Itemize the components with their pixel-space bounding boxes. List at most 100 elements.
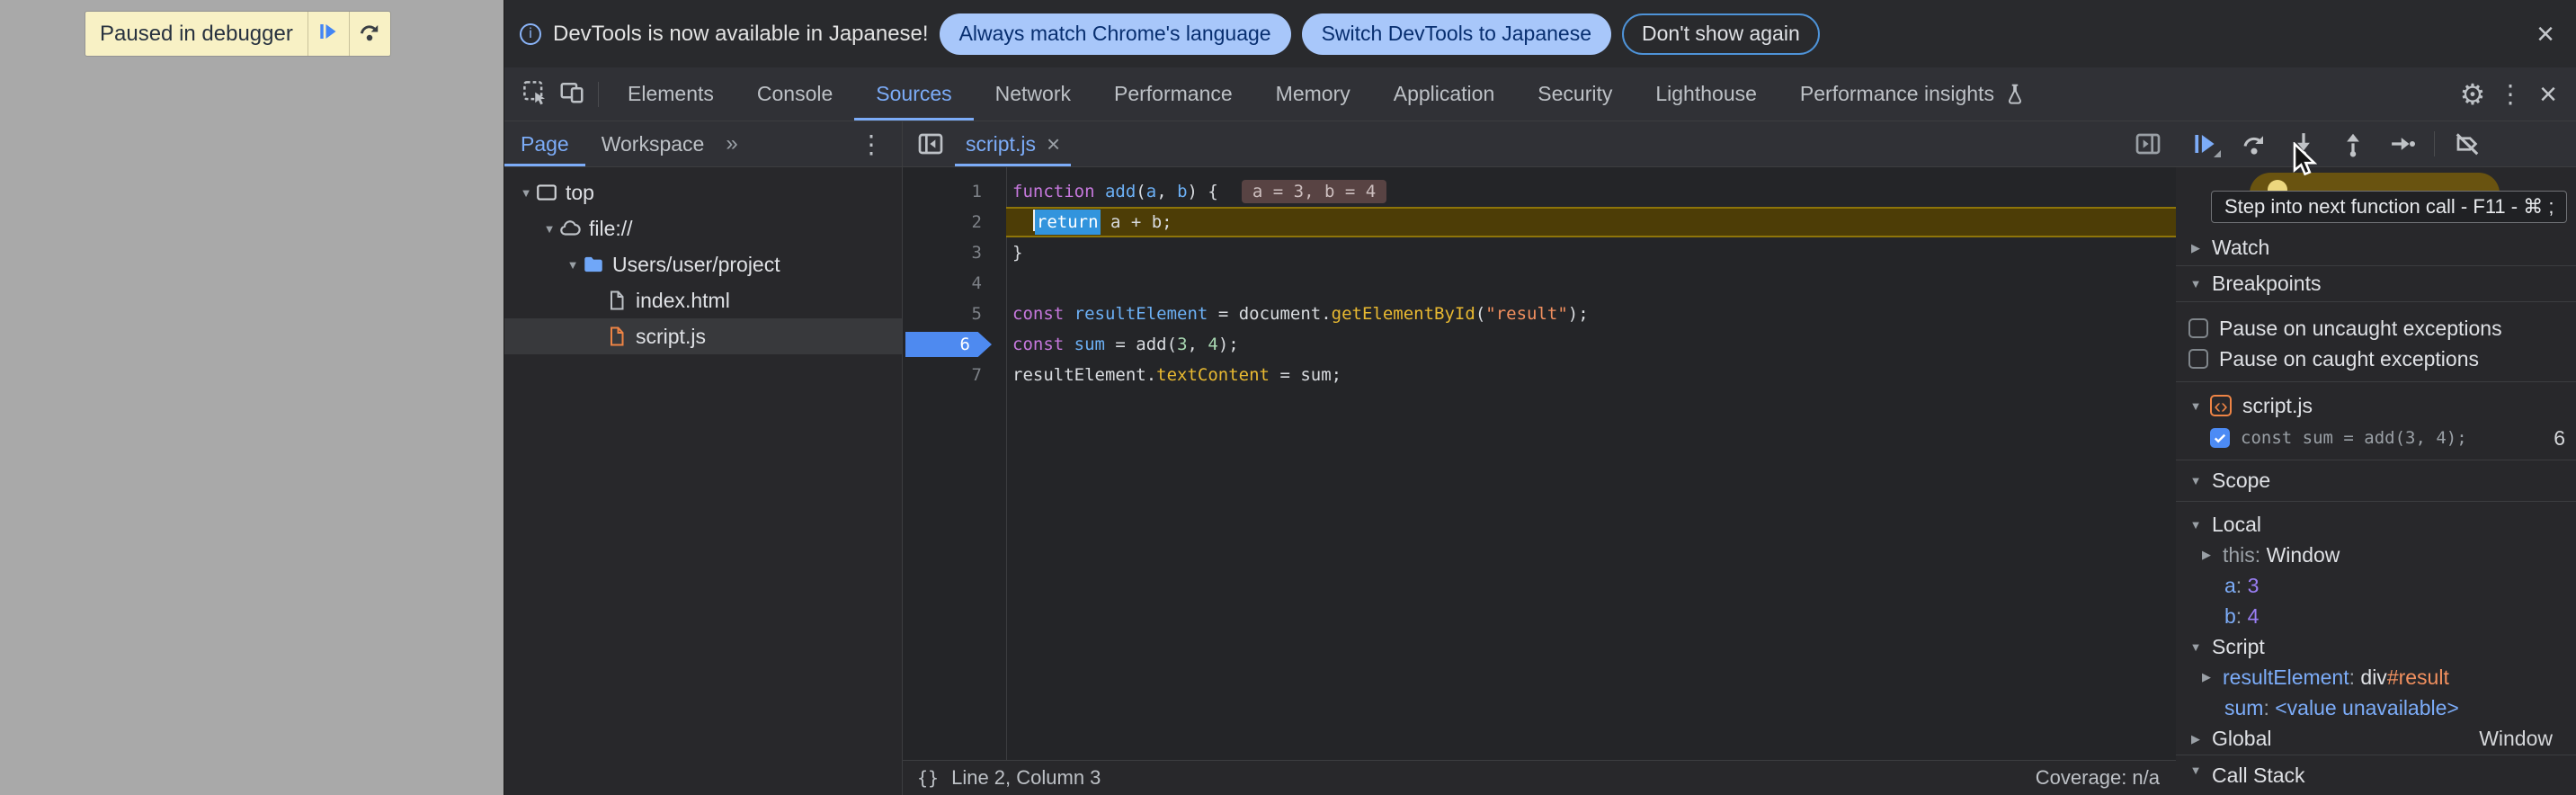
checkbox-checked-icon[interactable] bbox=[2210, 428, 2230, 448]
step-button[interactable] bbox=[2377, 124, 2427, 164]
editor-tab-scriptjs[interactable]: script.js × bbox=[955, 121, 1071, 166]
tree-item-index-html[interactable]: index.html bbox=[504, 282, 902, 318]
step-over-button[interactable] bbox=[2229, 124, 2278, 164]
code-text: function add(a, b) {a = 3, b = 4 bbox=[1006, 176, 2176, 207]
code-token: function bbox=[1012, 182, 1095, 201]
tab-memory[interactable]: Memory bbox=[1254, 67, 1372, 121]
cursor-position-label: Line 2, Column 3 bbox=[951, 766, 1101, 790]
scope-token: : bbox=[2263, 696, 2275, 720]
tree-item-top[interactable]: ▼top bbox=[504, 174, 902, 210]
step-over-icon bbox=[358, 20, 381, 48]
more-tabs-chevron[interactable]: » bbox=[720, 121, 743, 166]
scope-property[interactable]: b: 4 bbox=[2176, 601, 2576, 631]
toggle-debugger-sidebar-button[interactable] bbox=[2133, 125, 2163, 163]
checkbox-unchecked-icon[interactable] bbox=[2188, 349, 2208, 369]
always-match-language-button[interactable]: Always match Chrome's language bbox=[940, 13, 1291, 55]
tab-elements[interactable]: Elements bbox=[606, 67, 735, 121]
breakpoint-entry-row[interactable]: const sum = add(3, 4); 6 bbox=[2176, 422, 2576, 454]
section-scope[interactable]: ▼ Scope bbox=[2176, 460, 2576, 502]
tab-security[interactable]: Security bbox=[1516, 67, 1634, 121]
tab-performance-insights[interactable]: Performance insights bbox=[1778, 67, 2048, 121]
line-number[interactable]: 4 bbox=[903, 268, 1006, 299]
resume-button[interactable] bbox=[2179, 124, 2229, 164]
infobar-close-icon[interactable]: × bbox=[2536, 19, 2554, 49]
checkbox-unchecked-icon[interactable] bbox=[2188, 318, 2208, 338]
code-editor[interactable]: 1function add(a, b) {a = 3, b = 42 retur… bbox=[903, 167, 2176, 760]
section-call-stack[interactable]: ▼ Call Stack bbox=[2176, 755, 2576, 795]
code-line-1[interactable]: 1function add(a, b) {a = 3, b = 4 bbox=[903, 176, 2176, 207]
code-token: a bbox=[1146, 182, 1156, 201]
breakpoints-label: Breakpoints bbox=[2212, 272, 2321, 296]
tab-lighthouse[interactable]: Lighthouse bbox=[1634, 67, 1778, 121]
code-token: a + b; bbox=[1101, 212, 1172, 232]
line-number[interactable]: 5 bbox=[903, 299, 1006, 329]
tab-close-icon[interactable]: × bbox=[1047, 132, 1060, 156]
scope-property[interactable]: ▶this: Window bbox=[2176, 540, 2576, 570]
deactivate-breakpoints-button[interactable] bbox=[2442, 124, 2491, 164]
tab-workspace[interactable]: Workspace bbox=[585, 121, 721, 166]
frame-icon bbox=[535, 181, 558, 204]
scope-token: resultElement bbox=[2223, 665, 2349, 690]
inspect-element-button[interactable] bbox=[515, 76, 553, 113]
code-line-2[interactable]: 2 return a + b; bbox=[903, 207, 2176, 237]
device-toolbar-button[interactable] bbox=[553, 76, 591, 113]
line-number[interactable]: 6 bbox=[903, 329, 1006, 360]
line-number[interactable]: 7 bbox=[903, 360, 1006, 390]
code-line-5[interactable]: 5const resultElement = document.getEleme… bbox=[903, 299, 2176, 329]
navigator-menu-button[interactable]: ⋮ bbox=[841, 121, 902, 166]
scope-token: Window bbox=[2267, 543, 2340, 567]
tree-item-users-user-project[interactable]: ▼Users/user/project bbox=[504, 246, 902, 282]
dont-show-again-button[interactable]: Don't show again bbox=[1622, 13, 1820, 55]
tab-sources[interactable]: Sources bbox=[854, 67, 973, 121]
breakpoint-group: ▼ ‹› script.js const sum = add(3, 4); 6 bbox=[2176, 382, 2576, 460]
tab-application[interactable]: Application bbox=[1372, 67, 1517, 121]
scope-property[interactable]: sum: <value unavailable> bbox=[2176, 692, 2576, 723]
tab-performance[interactable]: Performance bbox=[1092, 67, 1254, 121]
collapse-navigator-button[interactable] bbox=[915, 125, 946, 163]
chevron-down-icon[interactable]: ▼ bbox=[517, 186, 535, 200]
switch-to-japanese-button[interactable]: Switch DevTools to Japanese bbox=[1302, 13, 1611, 55]
scope-section-script[interactable]: ▼Script bbox=[2176, 631, 2576, 662]
chevron-right-icon: ▶ bbox=[2188, 241, 2203, 255]
line-number[interactable]: 3 bbox=[903, 237, 1006, 268]
pause-on-caught-row[interactable]: Pause on caught exceptions bbox=[2176, 344, 2576, 374]
settings-button[interactable]: ⚙ bbox=[2454, 76, 2491, 113]
chevron-right-icon: ▶ bbox=[2199, 548, 2214, 562]
gear-icon: ⚙ bbox=[2460, 77, 2486, 112]
code-line-7[interactable]: 7resultElement.textContent = sum; bbox=[903, 360, 2176, 390]
devtools-window: i DevTools is now available in Japanese!… bbox=[504, 0, 2576, 795]
scope-property[interactable]: a: 3 bbox=[2176, 570, 2576, 601]
tree-item-script-js[interactable]: script.js bbox=[504, 318, 902, 354]
chevron-down-icon[interactable]: ▼ bbox=[540, 222, 558, 236]
tab-console[interactable]: Console bbox=[735, 67, 854, 121]
section-breakpoints[interactable]: ▼ Breakpoints bbox=[2176, 266, 2576, 302]
pretty-print-icon[interactable]: {} bbox=[917, 767, 939, 789]
tab-page[interactable]: Page bbox=[504, 121, 585, 166]
tab-label: Performance bbox=[1114, 82, 1233, 106]
tab-label: Memory bbox=[1276, 82, 1350, 106]
scope-property[interactable]: ▶resultElement: div#result bbox=[2176, 662, 2576, 692]
breakpoints-body: Pause on uncaught exceptions Pause on ca… bbox=[2176, 302, 2576, 382]
scope-section-global[interactable]: ▶GlobalWindow bbox=[2176, 723, 2576, 755]
code-line-6[interactable]: 6const sum = add(3, 4); bbox=[903, 329, 2176, 360]
section-watch[interactable]: ▶ Watch bbox=[2176, 230, 2576, 266]
more-options-button[interactable]: ⋮ bbox=[2491, 76, 2529, 113]
devtools-close-button[interactable]: × bbox=[2529, 76, 2567, 113]
step-out-button[interactable] bbox=[2328, 124, 2377, 164]
code-line-3[interactable]: 3} bbox=[903, 237, 2176, 268]
resume-script-button[interactable] bbox=[308, 12, 349, 56]
breakpoint-file-row[interactable]: ▼ ‹› script.js bbox=[2176, 389, 2576, 422]
code-token: b bbox=[1177, 182, 1187, 201]
tab-network[interactable]: Network bbox=[974, 67, 1092, 121]
step-over-banner-button[interactable] bbox=[349, 12, 390, 56]
tree-item-file[interactable]: ▼file:// bbox=[504, 210, 902, 246]
scope-section-local[interactable]: ▼Local bbox=[2176, 509, 2576, 540]
breakpoint-marker[interactable]: 6 bbox=[905, 332, 992, 357]
code-line-4[interactable]: 4 bbox=[903, 268, 2176, 299]
pause-on-uncaught-row[interactable]: Pause on uncaught exceptions bbox=[2176, 313, 2576, 344]
chevron-down-icon[interactable]: ▼ bbox=[564, 258, 582, 272]
scope-token: <value unavailable> bbox=[2275, 696, 2459, 720]
code-token: ); bbox=[1568, 304, 1589, 324]
line-number[interactable]: 1 bbox=[903, 176, 1006, 207]
line-number[interactable]: 2 bbox=[903, 207, 1006, 237]
